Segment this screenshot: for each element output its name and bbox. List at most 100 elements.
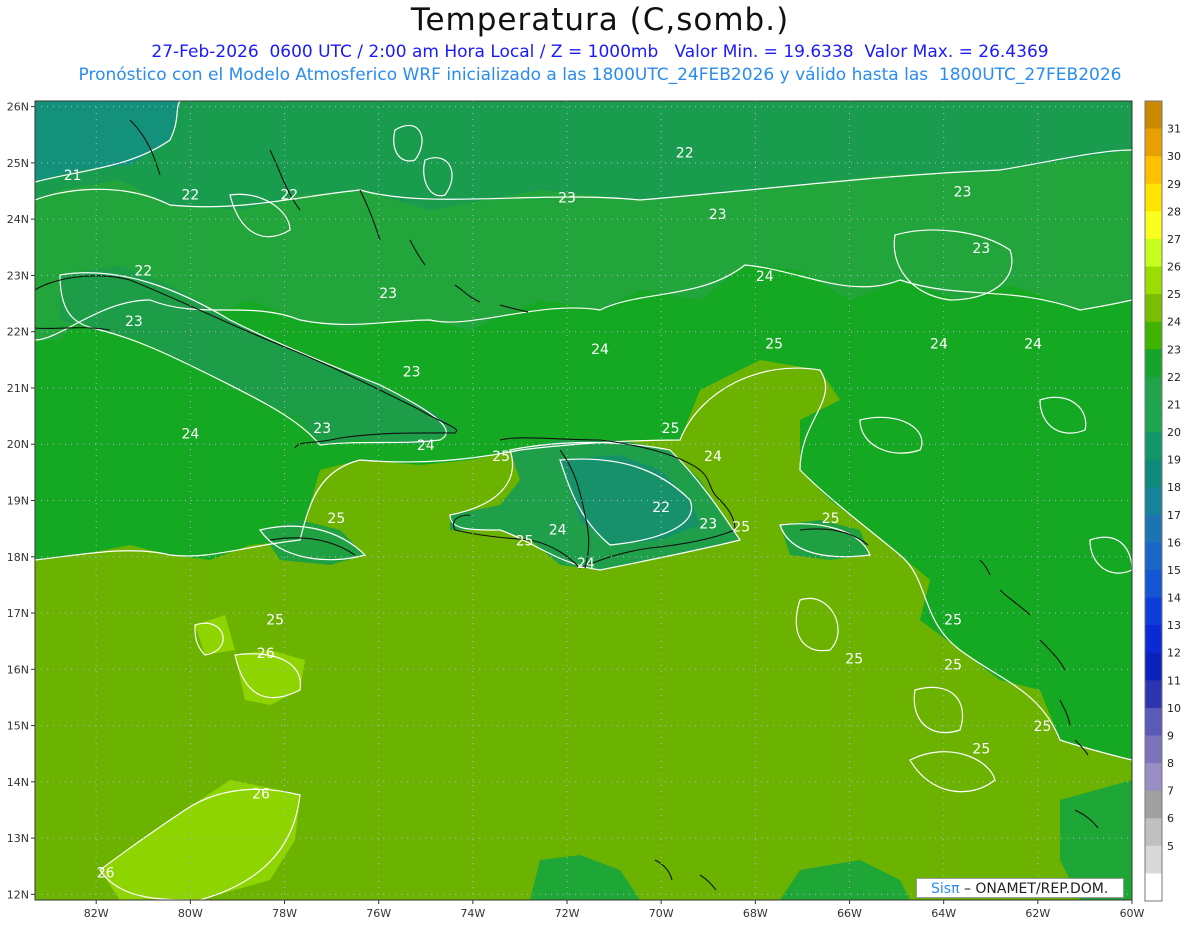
colorbar-label: 19	[1167, 454, 1181, 467]
contour-label: 23	[699, 517, 717, 533]
contour-label: 23	[709, 207, 727, 223]
contour-label: 26	[257, 646, 275, 662]
colorbar-label: 5	[1167, 840, 1174, 853]
lat-label: 13N	[7, 832, 29, 845]
contour-label: 24	[591, 342, 609, 358]
contour-label: 25	[266, 612, 284, 628]
colorbar-label: 12	[1167, 647, 1181, 660]
colorbar-label: 25	[1167, 288, 1181, 301]
contour-label: 22	[676, 145, 694, 161]
contour-label: 25	[662, 421, 680, 437]
lon-label: 74W	[460, 907, 485, 920]
colorbar-swatch	[1145, 873, 1162, 902]
colorbar-swatch	[1145, 735, 1162, 764]
contour-label: 23	[954, 185, 972, 201]
longitude-labels: 82W 80W 78W 76W 74W 72W 70W 68W 66W 64W 62W 60W	[84, 907, 1145, 920]
lat-label: 25N	[7, 157, 29, 170]
colorbar-swatch	[1145, 845, 1162, 874]
lon-label: 60W	[1120, 907, 1145, 920]
colorbar-label: 27	[1167, 233, 1181, 246]
colorbar-swatch	[1145, 376, 1162, 405]
lon-label: 72W	[555, 907, 580, 920]
lat-label: 21N	[7, 382, 29, 395]
contour-label: 24	[417, 438, 435, 454]
lon-label: 80W	[178, 907, 203, 920]
lon-label: 70W	[649, 907, 674, 920]
colorbar-label: 28	[1167, 205, 1181, 218]
brand-logo: Sisπ	[931, 881, 960, 897]
colorbar-label: 22	[1167, 371, 1181, 384]
colorbar-swatch	[1145, 349, 1162, 378]
lon-label: 68W	[743, 907, 768, 920]
lat-label: 15N	[7, 720, 29, 733]
colorbar-swatch	[1145, 542, 1162, 571]
contour-label: 25	[972, 742, 990, 758]
contour-label: 25	[1034, 719, 1052, 735]
colorbar-swatch	[1145, 707, 1162, 736]
colorbar-swatch	[1145, 238, 1162, 268]
colorbar-label: 6	[1167, 812, 1174, 825]
colorbar-label: 10	[1167, 702, 1181, 715]
lat-label: 14N	[7, 776, 29, 789]
contour-label: 23	[972, 241, 990, 257]
contour-label: 23	[313, 421, 331, 437]
colorbar-swatch	[1145, 101, 1162, 130]
lat-label: 18N	[7, 551, 29, 564]
contour-label: 22	[134, 263, 152, 279]
colorbar-swatch	[1145, 294, 1162, 323]
contour-label: 26	[252, 787, 270, 803]
colorbar-label: 24	[1167, 316, 1181, 329]
colorbar-swatch	[1145, 321, 1162, 350]
contour-label: 25	[822, 511, 840, 527]
contour-label: 23	[558, 190, 576, 206]
colorbar-label: 14	[1167, 592, 1181, 605]
colorbar-label: 29	[1167, 178, 1181, 191]
contour-label: 25	[765, 337, 783, 353]
contour-label: 22	[280, 187, 298, 203]
colorbar-swatch	[1145, 266, 1162, 295]
color-scale: 31 30 29 28 27 26 25 24 23 22 21 20 19 18 17 16 15 14 13 12…	[1144, 100, 1181, 902]
colorbar-swatch	[1145, 625, 1162, 654]
lon-label: 64W	[931, 907, 956, 920]
colorbar-label: 13	[1167, 619, 1181, 632]
colorbar-swatch	[1145, 514, 1162, 543]
contour-label: 25	[327, 511, 345, 527]
colorbar-swatch	[1145, 569, 1162, 599]
colorbar-swatch	[1145, 156, 1162, 185]
lon-label: 78W	[272, 907, 297, 920]
contour-label: 25	[732, 519, 750, 535]
colorbar-label: 18	[1167, 481, 1181, 494]
colorbar-label: 7	[1167, 785, 1174, 798]
contour-label: 23	[403, 365, 421, 381]
contour-label: 22	[181, 187, 199, 203]
contour-label: 25	[516, 534, 534, 550]
colorbar-swatch	[1145, 652, 1162, 681]
contour-label: 25	[944, 612, 962, 628]
contour-label: 23	[379, 286, 397, 302]
contour-label: 24	[577, 556, 595, 572]
contour-label: 25	[492, 449, 510, 465]
contour-label: 24	[704, 449, 722, 465]
colorbar-label: 9	[1167, 729, 1174, 742]
temperature-map: 26N 25N 24N 23N 22N 21N 20N 19N 18N 17N 16N 15N 14N 1…	[7, 100, 1181, 920]
contour-label: 21	[64, 168, 82, 184]
contour-label: 25	[944, 657, 962, 673]
contour-label: 24	[930, 337, 948, 353]
lat-label: 16N	[7, 663, 29, 676]
latitude-labels: 26N 25N 24N 23N 22N 21N 20N 19N 18N 17N 16N 15N 14N 1…	[7, 101, 29, 902]
colorbar-swatch	[1145, 459, 1162, 488]
colorbar-swatch	[1145, 597, 1162, 626]
lat-label: 23N	[7, 269, 29, 282]
lat-label: 12N	[7, 888, 29, 901]
lat-label: 19N	[7, 495, 29, 508]
colorbar-label: 8	[1167, 757, 1174, 770]
colorbar-label: 11	[1167, 674, 1181, 687]
contour-label: 23	[125, 314, 143, 330]
colorbar-swatch	[1145, 404, 1162, 433]
colorbar-label: 20	[1167, 426, 1181, 439]
colorbar-swatch	[1145, 128, 1162, 157]
lat-label: 20N	[7, 438, 29, 451]
colorbar-label: 23	[1167, 343, 1181, 356]
colorbar-label: 30	[1167, 150, 1181, 163]
lon-label: 66W	[837, 907, 862, 920]
